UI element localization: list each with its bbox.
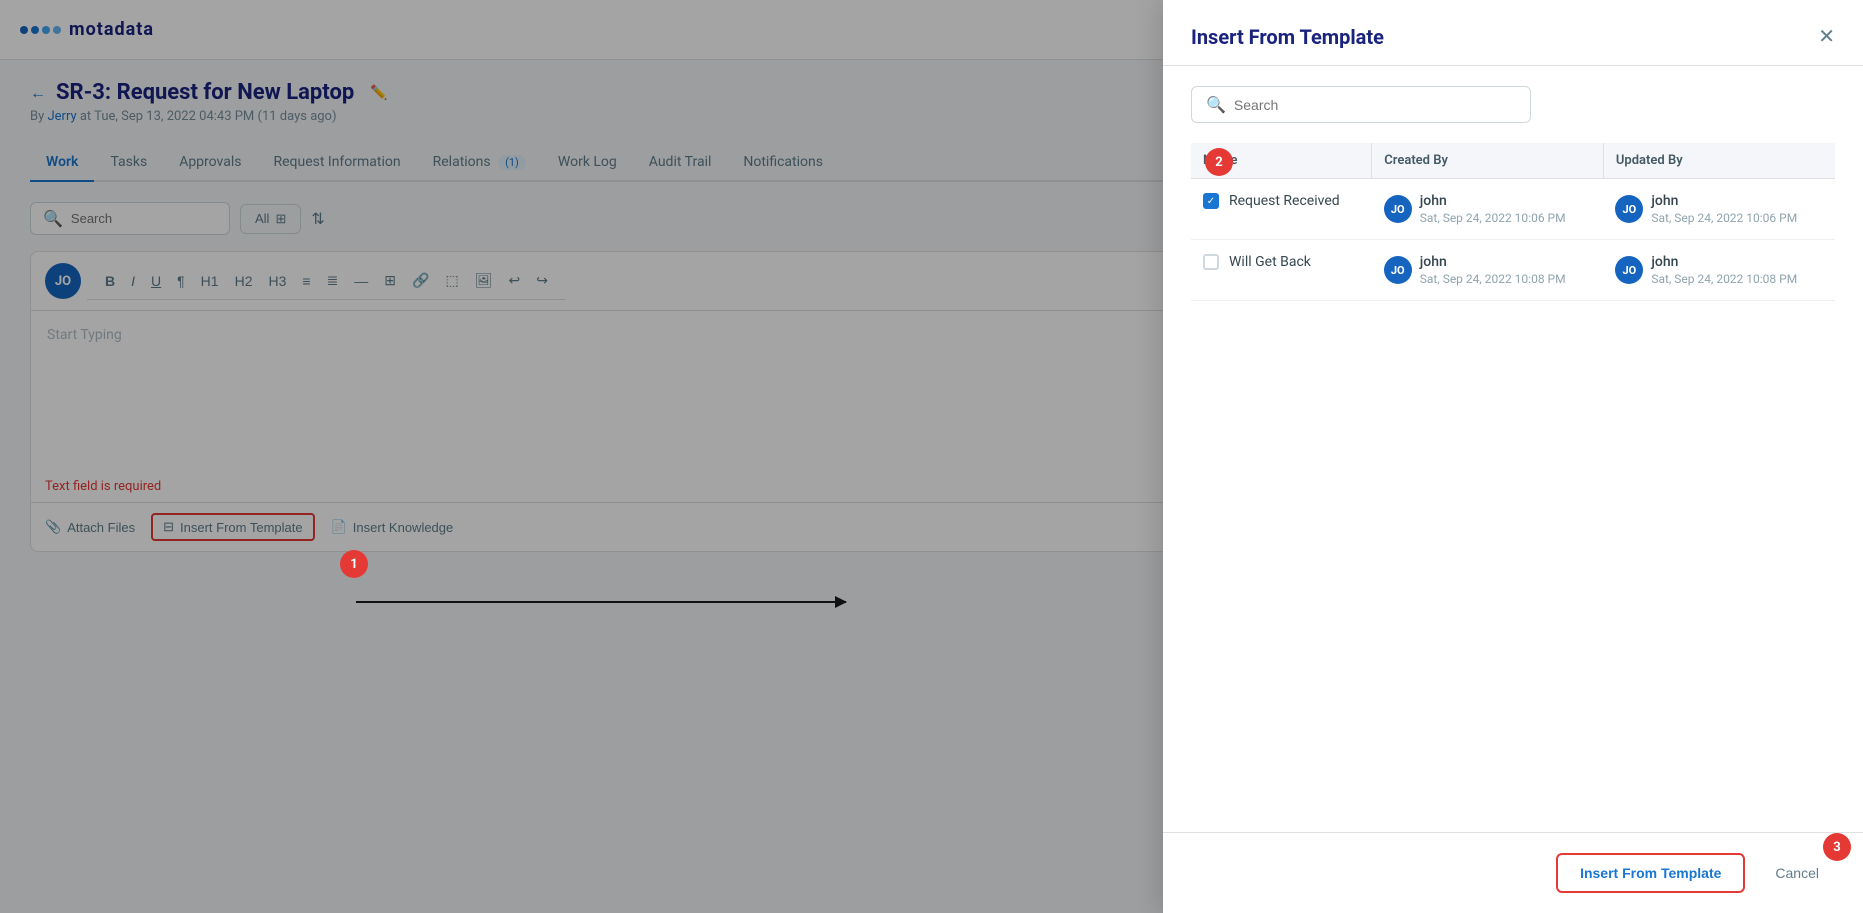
modal-title: Insert From Template: [1191, 25, 1384, 49]
template-name-cell-0[interactable]: ✓ Request Received: [1191, 179, 1372, 240]
step-badge-1: 1: [340, 550, 368, 578]
created-by-cell-0: JO john Sat, Sep 24, 2022 10:06 PM: [1372, 179, 1604, 240]
step-badge-3: 3: [1823, 833, 1851, 861]
created-avatar-0: JO: [1384, 195, 1412, 223]
created-avatar-1: JO: [1384, 256, 1412, 284]
created-name-1: john: [1420, 254, 1566, 270]
row-checkbox-0[interactable]: ✓: [1203, 193, 1219, 209]
updated-avatar-1: JO: [1615, 256, 1643, 284]
modal-insert-button[interactable]: Insert From Template: [1556, 853, 1745, 893]
table-row: Will Get Back JO john Sat, Sep 24, 2022 …: [1191, 240, 1835, 301]
updated-name-1: john: [1651, 254, 1797, 270]
modal-close-button[interactable]: ✕: [1818, 24, 1835, 49]
template-name-cell-1[interactable]: Will Get Back: [1191, 240, 1372, 301]
modal-body: 🔍 Name Created By Updated By ✓ Request R…: [1163, 66, 1863, 832]
created-date-0: Sat, Sep 24, 2022 10:06 PM: [1420, 211, 1566, 225]
col-updated-header: Updated By: [1603, 143, 1835, 179]
modal-cancel-button[interactable]: Cancel: [1759, 855, 1835, 891]
modal-search-box[interactable]: 🔍: [1191, 86, 1531, 123]
arrow: [356, 601, 846, 603]
template-name-1: Will Get Back: [1229, 254, 1311, 270]
template-name-0: Request Received: [1229, 193, 1340, 209]
updated-by-cell-1: JO john Sat, Sep 24, 2022 10:08 PM: [1603, 240, 1835, 301]
step-badge-2: 2: [1205, 148, 1233, 176]
created-name-0: john: [1420, 193, 1566, 209]
table-row: ✓ Request Received JO john Sat, Sep 24, …: [1191, 179, 1835, 240]
row-checkbox-1[interactable]: [1203, 254, 1219, 270]
modal-header: Insert From Template ✕: [1163, 0, 1863, 66]
created-by-cell-1: JO john Sat, Sep 24, 2022 10:08 PM: [1372, 240, 1604, 301]
updated-info-1: john Sat, Sep 24, 2022 10:08 PM: [1651, 254, 1797, 286]
updated-by-cell-0: JO john Sat, Sep 24, 2022 10:06 PM: [1603, 179, 1835, 240]
updated-name-0: john: [1651, 193, 1797, 209]
updated-avatar-0: JO: [1615, 195, 1643, 223]
modal-search-icon: 🔍: [1206, 95, 1226, 114]
created-info-0: john Sat, Sep 24, 2022 10:06 PM: [1420, 193, 1566, 225]
col-created-header: Created By: [1372, 143, 1604, 179]
updated-date-1: Sat, Sep 24, 2022 10:08 PM: [1651, 272, 1797, 286]
insert-template-modal: Insert From Template ✕ 🔍 Name Created By…: [1163, 0, 1863, 913]
created-info-1: john Sat, Sep 24, 2022 10:08 PM: [1420, 254, 1566, 286]
template-table: Name Created By Updated By ✓ Request Rec…: [1191, 143, 1835, 301]
updated-date-0: Sat, Sep 24, 2022 10:06 PM: [1651, 211, 1797, 225]
modal-search-input[interactable]: [1234, 97, 1516, 113]
modal-footer: Insert From Template Cancel: [1163, 832, 1863, 913]
updated-info-0: john Sat, Sep 24, 2022 10:06 PM: [1651, 193, 1797, 225]
created-date-1: Sat, Sep 24, 2022 10:08 PM: [1420, 272, 1566, 286]
